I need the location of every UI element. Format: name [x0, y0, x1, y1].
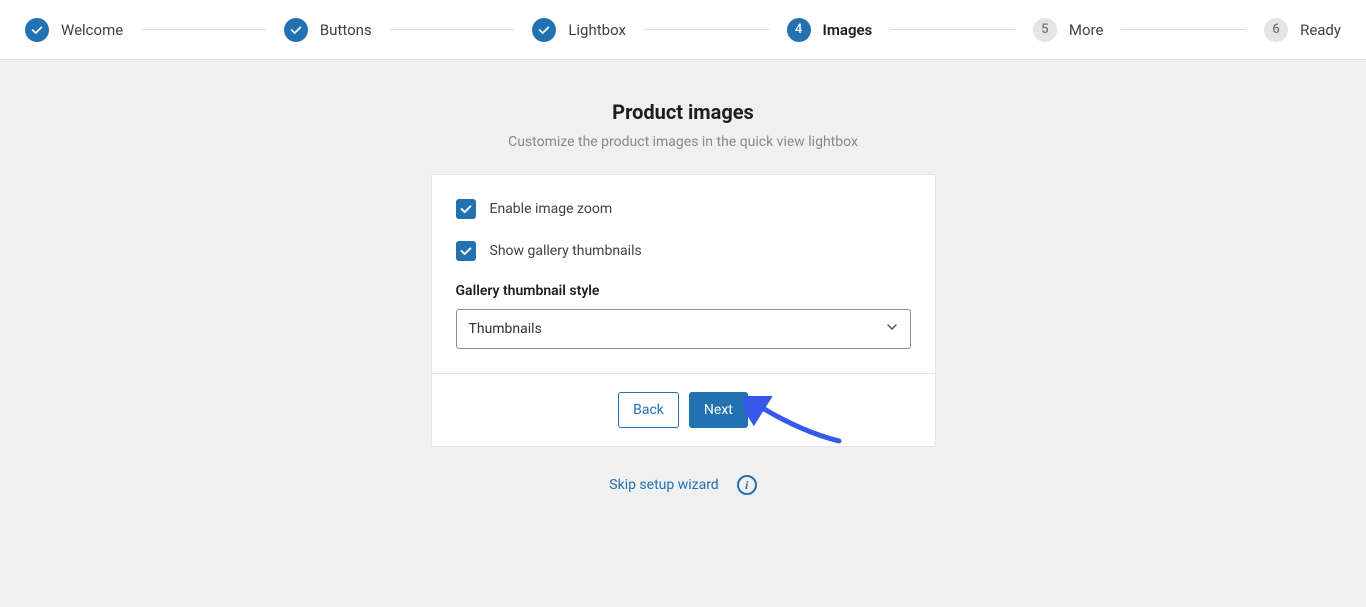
show-thumbnails-row: Show gallery thumbnails: [456, 241, 911, 261]
step-lightbox[interactable]: Lightbox: [532, 18, 626, 42]
step-welcome[interactable]: Welcome: [25, 18, 123, 42]
enable-zoom-label: Enable image zoom: [490, 201, 613, 217]
gallery-style-label: Gallery thumbnail style: [456, 283, 911, 299]
show-thumbnails-checkbox[interactable]: [456, 241, 476, 261]
skip-row: Skip setup wizard i: [609, 475, 756, 495]
show-thumbnails-label: Show gallery thumbnails: [490, 243, 642, 259]
step-label: Lightbox: [568, 21, 626, 39]
back-button[interactable]: Back: [618, 392, 679, 428]
step-divider: [141, 29, 266, 30]
next-button[interactable]: Next: [689, 392, 748, 428]
wizard-stepper: Welcome Buttons Lightbox 4 Images 5 More…: [0, 0, 1366, 60]
step-label: Ready: [1300, 21, 1341, 39]
step-number-icon: 6: [1264, 18, 1288, 42]
page-title: Product images: [612, 100, 754, 124]
card-body: Enable image zoom Show gallery thumbnail…: [432, 175, 935, 373]
step-divider: [390, 29, 515, 30]
step-label: More: [1069, 21, 1104, 39]
page-subtitle: Customize the product images in the quic…: [508, 134, 858, 150]
step-images[interactable]: 4 Images: [787, 18, 873, 42]
step-label: Images: [823, 21, 873, 39]
step-label: Welcome: [61, 21, 123, 39]
main-content: Product images Customize the product ima…: [0, 60, 1366, 495]
info-icon[interactable]: i: [737, 475, 757, 495]
enable-zoom-row: Enable image zoom: [456, 199, 911, 219]
check-icon: [25, 18, 49, 42]
check-icon: [532, 18, 556, 42]
check-icon: [284, 18, 308, 42]
step-ready[interactable]: 6 Ready: [1264, 18, 1341, 42]
step-buttons[interactable]: Buttons: [284, 18, 372, 42]
step-divider: [1121, 29, 1246, 30]
skip-setup-link[interactable]: Skip setup wizard: [609, 477, 718, 493]
step-divider: [644, 29, 769, 30]
step-divider: [890, 29, 1015, 30]
step-label: Buttons: [320, 21, 372, 39]
settings-card: Enable image zoom Show gallery thumbnail…: [431, 174, 936, 447]
enable-zoom-checkbox[interactable]: [456, 199, 476, 219]
gallery-style-select[interactable]: Thumbnails: [456, 309, 911, 349]
step-number-icon: 4: [787, 18, 811, 42]
step-more[interactable]: 5 More: [1033, 18, 1104, 42]
step-number-icon: 5: [1033, 18, 1057, 42]
chevron-down-icon: [886, 321, 898, 337]
card-footer: Back Next: [432, 373, 935, 446]
select-value: Thumbnails: [469, 321, 542, 337]
